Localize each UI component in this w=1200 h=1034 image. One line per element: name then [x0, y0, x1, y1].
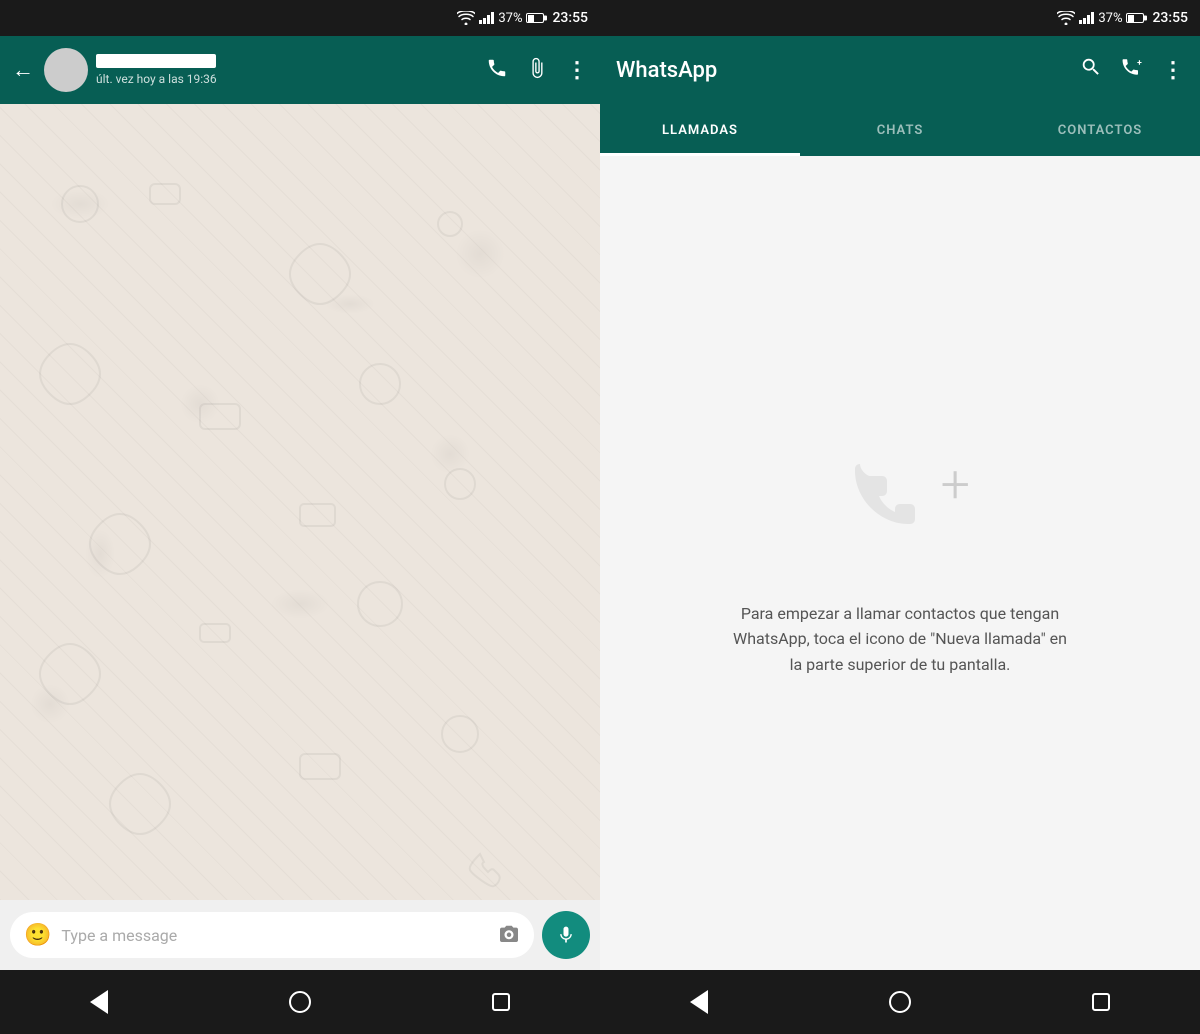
- right-back-btn[interactable]: [690, 990, 708, 1014]
- left-panel: 37% 23:55 ← últ. vez hoy a las 19:36: [0, 0, 600, 1034]
- left-nav-bar: [0, 970, 600, 1034]
- plus-icon: +: [941, 459, 970, 511]
- contact-info: últ. vez hoy a las 19:36: [96, 54, 478, 86]
- right-home-btn[interactable]: [889, 991, 911, 1013]
- left-home-btn[interactable]: [289, 991, 311, 1013]
- right-status-bar: 37% 23:55: [600, 0, 1200, 36]
- left-status-icons: 37% 23:55: [457, 10, 588, 26]
- search-icon[interactable]: [1080, 56, 1102, 84]
- attach-icon[interactable]: [526, 57, 548, 84]
- call-icon[interactable]: [486, 57, 508, 84]
- app-header-icons: + ⋮: [1080, 56, 1184, 84]
- tab-llamadas-label: LLAMADAS: [662, 123, 738, 138]
- battery-pct-left: 37%: [498, 11, 522, 26]
- right-wifi-icon: [1057, 11, 1075, 25]
- right-status-icons: 37% 23:55: [1057, 10, 1188, 26]
- battery-pct-right: 37%: [1098, 11, 1122, 26]
- chat-doodles: [0, 104, 560, 900]
- right-recents-btn[interactable]: [1092, 993, 1110, 1011]
- right-panel: 37% 23:55 WhatsApp + ⋮: [600, 0, 1200, 1034]
- time-left: 23:55: [552, 10, 588, 26]
- calls-empty-description: Para empezar a llamar contactos que teng…: [730, 601, 1070, 678]
- wifi-icon: [457, 11, 475, 25]
- left-status-bar: 37% 23:55: [0, 0, 600, 36]
- chat-body: [0, 104, 600, 900]
- app-title: WhatsApp: [616, 58, 1080, 83]
- mic-button[interactable]: [542, 911, 590, 959]
- camera-icon[interactable]: [498, 923, 520, 947]
- right-nav-bar: [600, 970, 1200, 1034]
- contact-name-bar: [96, 54, 216, 68]
- more-options-icon[interactable]: ⋮: [566, 58, 588, 83]
- message-input-bar: 🙂 Type a message: [0, 900, 600, 970]
- battery-icon-right: [1126, 13, 1144, 23]
- calls-empty-state: + Para empezar a llamar contactos que te…: [600, 156, 1200, 970]
- time-right: 23:55: [1152, 10, 1188, 26]
- tab-chats-label: CHATS: [877, 123, 924, 138]
- signal-icon: [479, 12, 494, 24]
- app-header: WhatsApp + ⋮: [600, 36, 1200, 104]
- tab-chats[interactable]: CHATS: [800, 104, 1000, 156]
- left-recents-btn[interactable]: [492, 993, 510, 1011]
- right-more-options-icon[interactable]: ⋮: [1162, 58, 1184, 83]
- chat-header: ← últ. vez hoy a las 19:36 ⋮: [0, 36, 600, 104]
- calls-icon-wrapper: +: [830, 449, 970, 569]
- chat-header-icons: ⋮: [486, 57, 588, 84]
- add-call-icon[interactable]: +: [1120, 56, 1144, 84]
- battery-icon-left: [526, 13, 544, 23]
- contact-avatar: [44, 48, 88, 92]
- contact-status: últ. vez hoy a las 19:36: [96, 72, 478, 86]
- left-back-btn[interactable]: [90, 990, 108, 1014]
- right-signal-icon: [1079, 12, 1094, 24]
- message-placeholder[interactable]: Type a message: [61, 926, 488, 945]
- emoji-icon[interactable]: 🙂: [24, 923, 51, 948]
- svg-text:+: +: [1137, 58, 1142, 68]
- message-input-box[interactable]: 🙂 Type a message: [10, 912, 534, 958]
- chat-wallpaper: [0, 104, 600, 900]
- tabs-bar: LLAMADAS CHATS CONTACTOS: [600, 104, 1200, 156]
- tab-contactos[interactable]: CONTACTOS: [1000, 104, 1200, 156]
- back-button[interactable]: ←: [12, 57, 34, 83]
- phone-empty-icon: [830, 449, 930, 549]
- tab-contactos-label: CONTACTOS: [1058, 123, 1142, 138]
- tab-llamadas[interactable]: LLAMADAS: [600, 104, 800, 156]
